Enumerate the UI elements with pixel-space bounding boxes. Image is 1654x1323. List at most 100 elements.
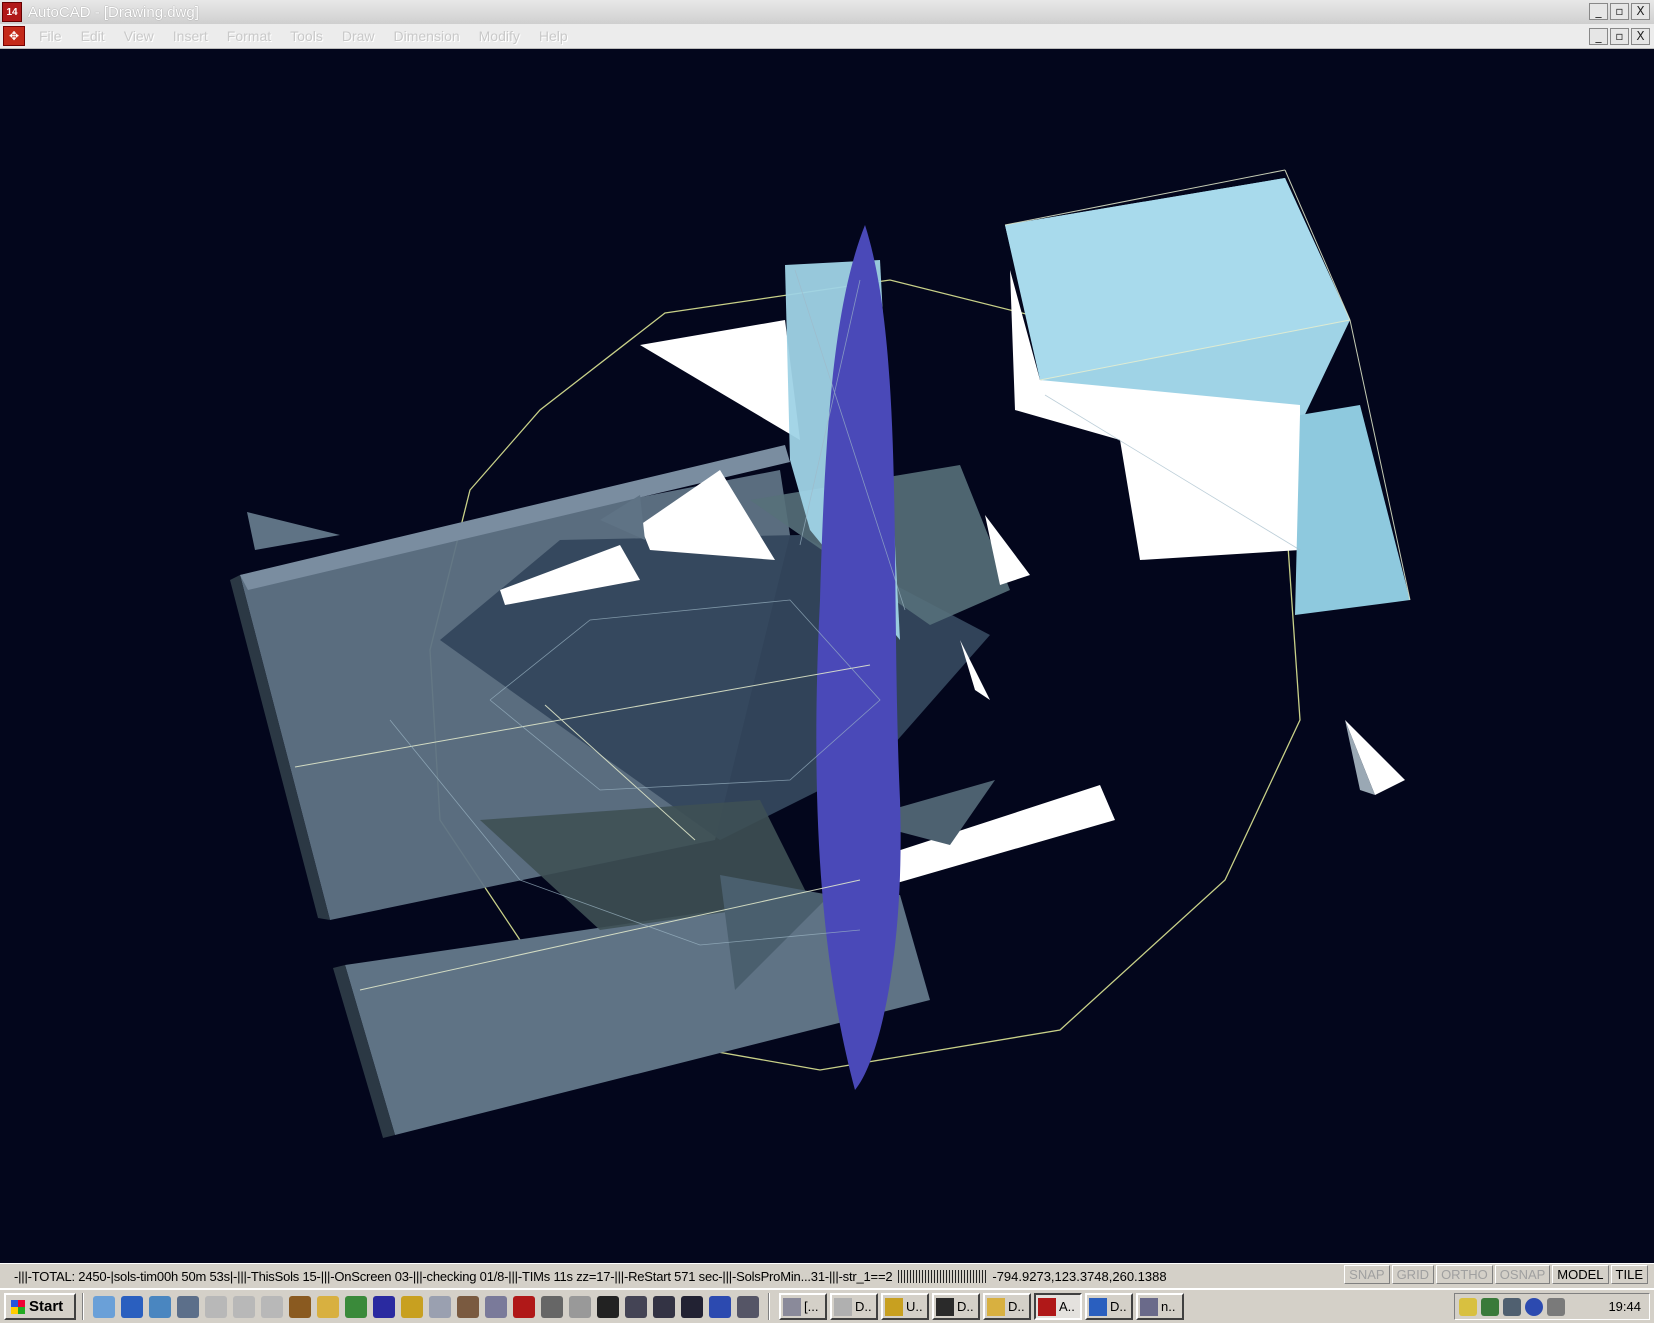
grid-icon[interactable] (625, 1295, 647, 1318)
computer-icon[interactable] (1547, 1297, 1565, 1316)
system-tray: 19:44 (1454, 1293, 1650, 1320)
start-button[interactable]: Start (4, 1293, 76, 1320)
cursor-icon[interactable] (653, 1295, 675, 1318)
snap-toggle[interactable]: SNAP (1344, 1265, 1390, 1284)
osnap-toggle[interactable]: OSNAP (1494, 1265, 1551, 1284)
windows-logo-icon (11, 1299, 25, 1314)
status-message: -|||-TOTAL: 2450-|sols-tim00h 50m 53s|-|… (14, 1268, 893, 1284)
folder-icon (987, 1297, 1005, 1316)
taskbar-divider (768, 1293, 770, 1320)
doc-minimize-button[interactable]: _ (1589, 28, 1608, 45)
status-bar: -|||-TOTAL: 2450-|sols-tim00h 50m 53s|-|… (0, 1263, 1654, 1288)
settings-icon[interactable] (457, 1295, 479, 1318)
task-label: D.. (1008, 1299, 1025, 1314)
window-title: AutoCAD - [Drawing.dwg] (28, 3, 199, 21)
autocad-icon (1038, 1297, 1056, 1316)
menu-insert[interactable]: Insert (173, 28, 208, 44)
status-progress-meter (898, 1269, 987, 1283)
autocad-icon[interactable] (513, 1295, 535, 1318)
drive-icon (834, 1297, 852, 1316)
task-label: A.. (1059, 1299, 1075, 1314)
cursor-coordinates: -794.9273,123.3748,260.1388 (992, 1268, 1167, 1284)
doc-restore-button[interactable]: ▫ (1610, 28, 1629, 45)
menu-modify[interactable]: Modify (479, 28, 520, 44)
model-viewport[interactable] (0, 49, 1654, 1263)
drive-icon[interactable] (261, 1295, 283, 1318)
task-button[interactable]: D.. (830, 1293, 878, 1320)
monitor-icon[interactable] (1503, 1297, 1521, 1316)
task-label: D.. (855, 1299, 872, 1314)
clock: 19:44 (1608, 1299, 1641, 1314)
task-label: D.. (1110, 1299, 1127, 1314)
minimize-button[interactable]: _ (1589, 3, 1608, 20)
tools-icon[interactable] (345, 1295, 367, 1318)
slate-triangle-top-left (247, 512, 340, 550)
task-button[interactable]: n.. (1136, 1293, 1184, 1320)
menu-draw[interactable]: Draw (342, 28, 375, 44)
notepad-icon[interactable] (93, 1295, 115, 1318)
menu-tools[interactable]: Tools (290, 28, 323, 44)
model-toggle[interactable]: MODEL (1552, 1265, 1609, 1284)
task-button[interactable]: U.. (881, 1293, 929, 1320)
bars-icon[interactable] (737, 1295, 759, 1318)
close-button[interactable]: X (1631, 3, 1650, 20)
window-icon (783, 1297, 801, 1316)
network-icon[interactable] (1481, 1297, 1499, 1316)
ortho-toggle[interactable]: ORTHO (1436, 1265, 1493, 1284)
menu-help[interactable]: Help (539, 28, 568, 44)
ie-icon (1089, 1297, 1107, 1316)
eye-icon[interactable] (709, 1295, 731, 1318)
task-label: D.. (957, 1299, 974, 1314)
menu-file[interactable]: File (39, 28, 62, 44)
network-icon[interactable] (149, 1295, 171, 1318)
light-blue-strip (1295, 405, 1410, 615)
task-button[interactable]: D.. (1085, 1293, 1133, 1320)
computer-icon[interactable] (485, 1295, 507, 1318)
pointer-icon[interactable] (681, 1295, 703, 1318)
menu-edit[interactable]: Edit (81, 28, 105, 44)
document-icon[interactable]: ✥ (3, 26, 25, 46)
network-icon (1140, 1297, 1158, 1316)
restore-button[interactable]: ▫ (1610, 3, 1629, 20)
eye-icon[interactable] (1525, 1297, 1543, 1316)
taskbar-divider (82, 1293, 84, 1320)
start-label: Start (29, 1298, 64, 1315)
app-icon[interactable] (401, 1295, 423, 1318)
menu-format[interactable]: Format (227, 28, 271, 44)
white-strip-right (870, 785, 1115, 885)
task-button[interactable]: D.. (932, 1293, 980, 1320)
document-icon[interactable] (429, 1295, 451, 1318)
terminal-icon[interactable] (597, 1295, 619, 1318)
task-label: U.. (906, 1299, 923, 1314)
menu-dimension[interactable]: Dimension (394, 28, 460, 44)
move-icon[interactable] (541, 1295, 563, 1318)
taskbar: Start [... D.. U.. D.. D.. A.. D.. n.. 19:44 (0, 1288, 1654, 1323)
shape-icon[interactable] (569, 1295, 591, 1318)
nvidia-icon (936, 1297, 954, 1316)
ie-icon[interactable] (121, 1295, 143, 1318)
monitor-icon[interactable] (177, 1295, 199, 1318)
task-label: n.. (1161, 1299, 1176, 1314)
menu-bar: ✥ File Edit View Insert Format Tools Dra… (0, 24, 1654, 49)
title-bar: 14 AutoCAD - [Drawing.dwg] _ ▫ X (0, 0, 1654, 24)
task-label: [... (804, 1299, 819, 1314)
folder-icon[interactable] (317, 1295, 339, 1318)
volume-icon[interactable] (1459, 1297, 1477, 1316)
app-icon (885, 1297, 903, 1316)
media-icon[interactable] (373, 1295, 395, 1318)
task-button[interactable]: [... (779, 1293, 827, 1320)
doc-close-button[interactable]: X (1631, 28, 1650, 45)
grid-toggle[interactable]: GRID (1391, 1265, 1435, 1284)
menu-view[interactable]: View (124, 28, 154, 44)
quick-launch-bar (90, 1295, 762, 1318)
task-buttons: [... D.. U.. D.. D.. A.. D.. n.. (776, 1293, 1184, 1320)
drive-icon[interactable] (233, 1295, 255, 1318)
drive-icon[interactable] (205, 1295, 227, 1318)
tile-toggle[interactable]: TILE (1610, 1265, 1648, 1284)
task-button[interactable]: A.. (1034, 1293, 1082, 1320)
3d-scene (230, 169, 1411, 1138)
white-panel-1 (640, 320, 800, 440)
task-button[interactable]: D.. (983, 1293, 1031, 1320)
autocad-app-icon[interactable]: 14 (2, 2, 22, 22)
tree-icon[interactable] (289, 1295, 311, 1318)
